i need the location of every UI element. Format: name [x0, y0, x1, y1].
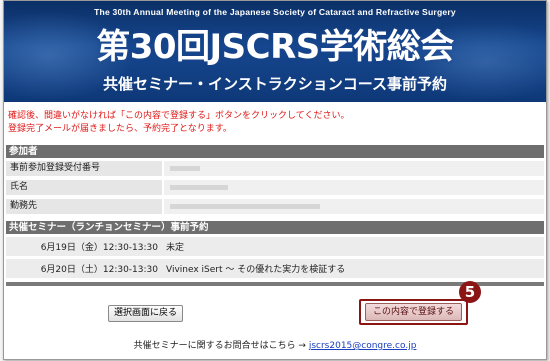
footer: 共催セミナーに関するお問合せはこちら → jscrs2015@congre.co…	[4, 338, 546, 351]
participant-row-registration-number: 事前参加登録受付番号	[6, 161, 544, 178]
banner-subtitle: The 30th Annual Meeting of the Japanese …	[94, 7, 456, 17]
notice-line-1: 確認後、間違いがなければ「この内容で登録する」ボタンをクリックしてください。	[8, 111, 350, 121]
redacted-workplace	[170, 204, 320, 209]
confirmation-notice: 確認後、間違いがなければ「この内容で登録する」ボタンをクリックしてください。 登…	[8, 110, 538, 136]
confirm-button-highlight: この内容で登録する	[359, 299, 468, 325]
session-row: 6月19日（金）12:30-13:30 未定	[6, 237, 544, 256]
participant-row-workplace: 勤務先	[6, 199, 544, 216]
participant-row-name: 氏名	[6, 180, 544, 197]
contact-email-link[interactable]: jscrs2015@congre.co.jp	[309, 341, 417, 351]
footer-text: 共催セミナーに関するお問合せはこちら →	[133, 341, 306, 351]
seminar-section-header: 共催セミナー（ランチョンセミナー）事前予約	[6, 221, 544, 234]
redacted-name	[170, 185, 228, 190]
participant-section-header: 参加者	[6, 145, 544, 158]
redacted-registration-number	[170, 166, 200, 171]
name-value	[164, 180, 544, 195]
name-label: 氏名	[6, 180, 162, 195]
session-date: 6月20日（土）12:30-13:30	[40, 265, 158, 275]
session-title: 未定	[166, 243, 185, 253]
register-confirm-button[interactable]: この内容で登録する	[365, 303, 462, 321]
registration-number-value	[164, 161, 544, 176]
page-frame: The 30th Annual Meeting of the Japanese …	[3, 0, 547, 360]
registration-number-label: 事前参加登録受付番号	[6, 161, 162, 176]
header-banner: The 30th Annual Meeting of the Japanese …	[4, 1, 546, 102]
banner-title: 第30回JSCRS学術総会	[96, 27, 454, 67]
back-to-selection-button[interactable]: 選択画面に戻る	[108, 305, 183, 322]
workplace-value	[164, 199, 544, 214]
banner-caption: 共催セミナー・インストラクションコース事前予約	[103, 75, 447, 93]
session-title: Vivinex iSert 〜 その優れた実力を検証する	[166, 265, 346, 275]
session-row: 6月20日（土）12:30-13:30 Vivinex iSert 〜 その優れ…	[6, 259, 544, 278]
workplace-label: 勤務先	[6, 199, 162, 214]
notice-line-2: 登録完了メールが届きましたら、予約完了となります。	[8, 124, 232, 134]
session-date: 6月19日（金）12:30-13:30	[40, 243, 158, 253]
